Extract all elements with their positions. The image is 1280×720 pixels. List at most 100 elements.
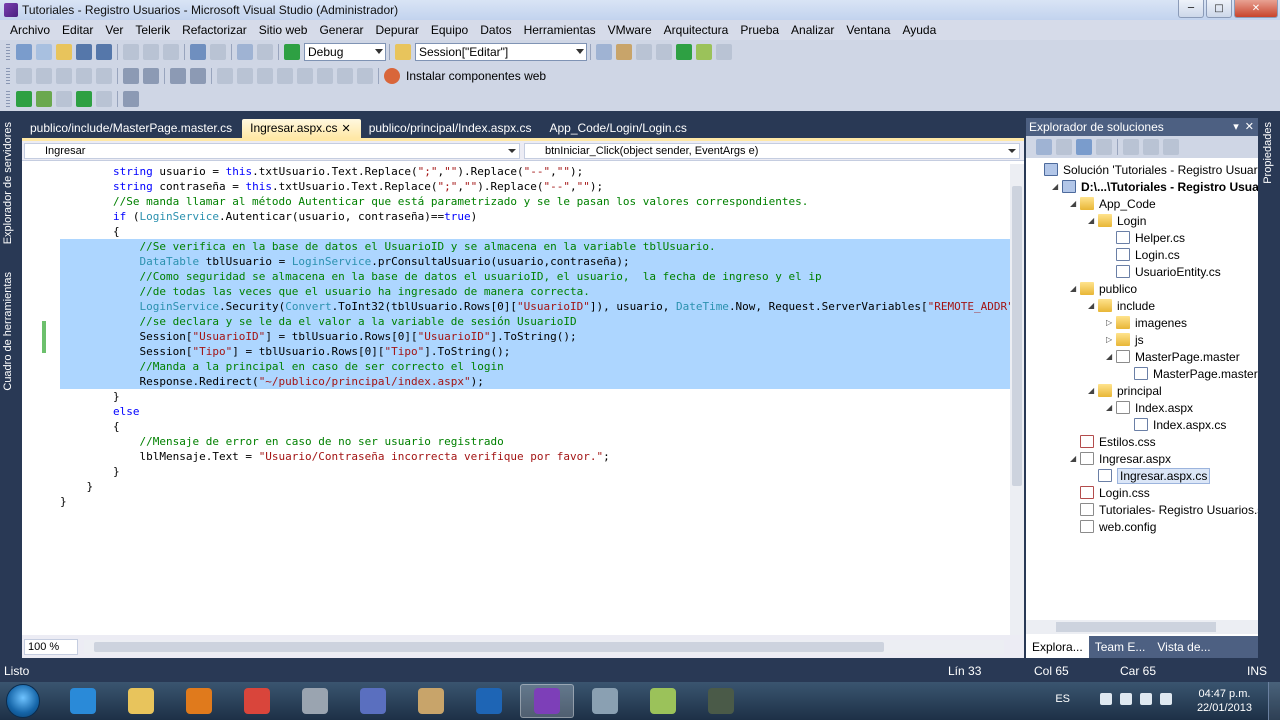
step-icon[interactable] bbox=[76, 91, 92, 107]
tree-item[interactable]: Index.aspx.cs bbox=[1124, 416, 1226, 433]
close-button[interactable]: ✕ bbox=[1234, 0, 1278, 18]
code-line[interactable]: } bbox=[60, 494, 1010, 509]
taskbar-app-visual-studio[interactable] bbox=[520, 684, 574, 718]
cut-icon[interactable] bbox=[123, 44, 139, 60]
menu-item-ver[interactable]: Ver bbox=[99, 23, 129, 37]
code-line[interactable]: } bbox=[60, 464, 1010, 479]
document-tab[interactable]: publico/principal/Index.aspx.cs bbox=[361, 119, 542, 138]
code-line[interactable]: else bbox=[60, 404, 1010, 419]
editor-gutter[interactable] bbox=[22, 164, 58, 635]
taskbar-app-outlook[interactable] bbox=[462, 684, 516, 718]
clear-bookmarks-icon[interactable] bbox=[357, 68, 373, 84]
show-hidden-icons-icon[interactable] bbox=[1100, 693, 1112, 705]
minimize-button[interactable]: ─ bbox=[1178, 0, 1204, 18]
expanded-arrow-icon[interactable]: ◢ bbox=[1088, 216, 1098, 225]
tree-item[interactable]: MasterPage.master.cs bbox=[1124, 365, 1258, 382]
menu-item-telerik[interactable]: Telerik bbox=[129, 23, 176, 37]
tree-item[interactable]: UsuarioEntity.cs bbox=[1106, 263, 1221, 280]
tree-item[interactable]: ◢ D:\...\Tutoriales - Registro Usuarios\ bbox=[1052, 178, 1258, 195]
solution-bottom-tab[interactable]: Vista de... bbox=[1151, 640, 1216, 654]
code-line[interactable]: } bbox=[60, 479, 1010, 494]
copy-website-icon[interactable] bbox=[1143, 139, 1159, 155]
taskbar-app-tool-app[interactable] bbox=[578, 684, 632, 718]
tree-item[interactable]: ◢ principal bbox=[1088, 382, 1162, 399]
save-all-icon[interactable] bbox=[96, 44, 112, 60]
menu-item-arquitectura[interactable]: Arquitectura bbox=[658, 23, 735, 37]
properties-icon[interactable] bbox=[616, 44, 632, 60]
taskbar-app-network-tool[interactable] bbox=[346, 684, 400, 718]
tree-item[interactable]: ◢ publico bbox=[1070, 280, 1137, 297]
toolbar-grip[interactable] bbox=[6, 68, 10, 84]
comment-out-icon[interactable] bbox=[170, 68, 186, 84]
class-combo[interactable]: Ingresar bbox=[24, 142, 520, 159]
taskbar-app-tools[interactable] bbox=[404, 684, 458, 718]
menu-item-datos[interactable]: Datos bbox=[474, 23, 517, 37]
tree-item[interactable]: Tutoriales- Registro Usuarios.sql bbox=[1070, 501, 1258, 518]
navigate-forward-icon[interactable] bbox=[257, 44, 273, 60]
method-combo[interactable]: btnIniciar_Click(object sender, EventArg… bbox=[524, 142, 1020, 159]
tree-item[interactable]: Login.css bbox=[1070, 484, 1150, 501]
vertical-scrollbar[interactable] bbox=[1010, 164, 1024, 635]
code-line[interactable]: Response.Redirect("~/publico/principal/i… bbox=[60, 374, 1010, 389]
clock[interactable]: 04:47 p.m. 22/01/2013 bbox=[1197, 687, 1252, 715]
code-line[interactable]: lblMensaje.Text = "Usuario/Contraseña in… bbox=[60, 449, 1010, 464]
increase-indent-icon[interactable] bbox=[143, 68, 159, 84]
properties-tab[interactable]: Propiedades bbox=[1262, 122, 1278, 184]
show-all-files-icon[interactable] bbox=[1076, 139, 1092, 155]
network-icon[interactable] bbox=[1140, 693, 1152, 705]
menu-item-generar[interactable]: Generar bbox=[313, 23, 369, 37]
volume-icon[interactable] bbox=[1160, 693, 1172, 705]
install-web-components-button[interactable]: Instalar componentes web bbox=[406, 69, 546, 83]
panel-menu-icon[interactable]: ▾ bbox=[1233, 120, 1239, 133]
document-tab[interactable]: publico/include/MasterPage.master.cs bbox=[22, 119, 242, 138]
taskbar-app-file-explorer[interactable] bbox=[114, 684, 168, 718]
tree-item[interactable]: ◢ Index.aspx bbox=[1106, 399, 1193, 416]
code-line[interactable]: string usuario = this.txtUsuario.Text.Re… bbox=[60, 164, 1010, 179]
tree-item[interactable]: web.config bbox=[1070, 518, 1156, 535]
zoom-combo[interactable]: 100 % bbox=[24, 639, 78, 655]
taskbar-app-internet-explorer[interactable] bbox=[56, 684, 110, 718]
panel-close-icon[interactable]: ✕ bbox=[1245, 120, 1254, 133]
code-line[interactable]: //Se verifica en la base de datos el Usu… bbox=[60, 239, 1010, 254]
redo-icon[interactable] bbox=[210, 44, 226, 60]
toolbar-grip[interactable] bbox=[6, 44, 10, 60]
solution-configuration-combo[interactable]: Debug bbox=[304, 43, 386, 61]
copy-icon[interactable] bbox=[143, 44, 159, 60]
code-line[interactable]: //Manda a la principal en caso de ser co… bbox=[60, 359, 1010, 374]
code-line[interactable]: Session["Tipo"] = tblUsuario.Rows[0]["Ti… bbox=[60, 344, 1010, 359]
action-center-flag-icon[interactable] bbox=[1120, 693, 1132, 705]
taskbar-app-media-player[interactable] bbox=[172, 684, 226, 718]
tree-item[interactable]: ▷ js bbox=[1106, 331, 1144, 348]
decrease-indent-icon[interactable] bbox=[123, 68, 139, 84]
uncomment-icon[interactable] bbox=[190, 68, 206, 84]
server-explorer-tab[interactable]: Explorador de servidores bbox=[2, 122, 18, 244]
pause-icon[interactable] bbox=[56, 91, 72, 107]
tree-item[interactable]: ◢ MasterPage.master bbox=[1106, 348, 1240, 365]
taskbar-app-notes[interactable] bbox=[636, 684, 690, 718]
menu-item-archivo[interactable]: Archivo bbox=[4, 23, 56, 37]
close-tab-icon[interactable]: ✕ bbox=[341, 123, 350, 135]
toggle-bookmark-icon[interactable] bbox=[217, 68, 233, 84]
expanded-arrow-icon[interactable]: ◢ bbox=[1052, 182, 1062, 191]
menu-item-ayuda[interactable]: Ayuda bbox=[896, 23, 942, 37]
document-tab[interactable]: App_Code/Login/Login.cs bbox=[541, 119, 696, 138]
view-designer-icon[interactable] bbox=[1123, 139, 1139, 155]
find-combo[interactable]: Session["Editar"] bbox=[415, 43, 587, 61]
expanded-arrow-icon[interactable]: ◢ bbox=[1070, 284, 1080, 293]
start-page-icon[interactable] bbox=[676, 44, 692, 60]
tree-item[interactable]: Login.cs bbox=[1106, 246, 1180, 263]
solution-explorer-icon[interactable] bbox=[596, 44, 612, 60]
menu-item-vmware[interactable]: VMware bbox=[602, 23, 658, 37]
tree-item[interactable]: ▷ imagenes bbox=[1106, 314, 1187, 331]
tree-item[interactable]: Solución 'Tutoriales - Registro Usuarios… bbox=[1034, 161, 1258, 178]
solution-horizontal-scrollbar[interactable] bbox=[1026, 620, 1258, 634]
menu-item-editar[interactable]: Editar bbox=[56, 23, 99, 37]
menu-item-herramientas[interactable]: Herramientas bbox=[518, 23, 602, 37]
tree-item[interactable]: Ingresar.aspx.cs bbox=[1088, 467, 1211, 484]
paste-icon[interactable] bbox=[163, 44, 179, 60]
undo-icon[interactable] bbox=[190, 44, 206, 60]
solution-bottom-tab[interactable]: Team E... bbox=[1089, 640, 1152, 654]
toolbox-tab[interactable]: Cuadro de herramientas bbox=[2, 272, 18, 391]
tree-item[interactable]: Helper.cs bbox=[1106, 229, 1185, 246]
expanded-arrow-icon[interactable]: ◢ bbox=[1088, 386, 1098, 395]
